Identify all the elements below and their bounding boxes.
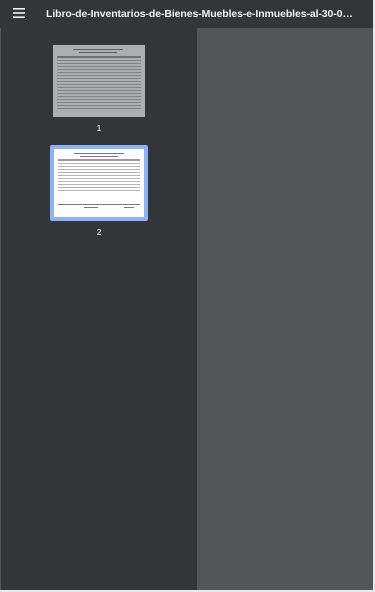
page-number-label: 1: [96, 123, 102, 133]
page-number-label: 2: [96, 227, 102, 237]
menu-button[interactable]: [8, 3, 30, 25]
toolbar: Libro-de-Inventarios-de-Bienes-Muebles-e…: [0, 0, 375, 28]
page-thumbnail-image: [53, 45, 145, 117]
document-viewer[interactable]: [197, 28, 373, 590]
hamburger-menu-icon: [13, 5, 25, 23]
thumbnail-sidebar: 1 2: [1, 28, 197, 590]
document-title: Libro-de-Inventarios-de-Bienes-Muebles-e…: [46, 8, 356, 20]
selected-thumbnail-border: [50, 145, 148, 221]
page-thumbnail-2[interactable]: 2: [1, 145, 197, 237]
page-thumbnail-1[interactable]: 1: [1, 45, 197, 133]
page-thumbnail-image: [54, 149, 144, 217]
